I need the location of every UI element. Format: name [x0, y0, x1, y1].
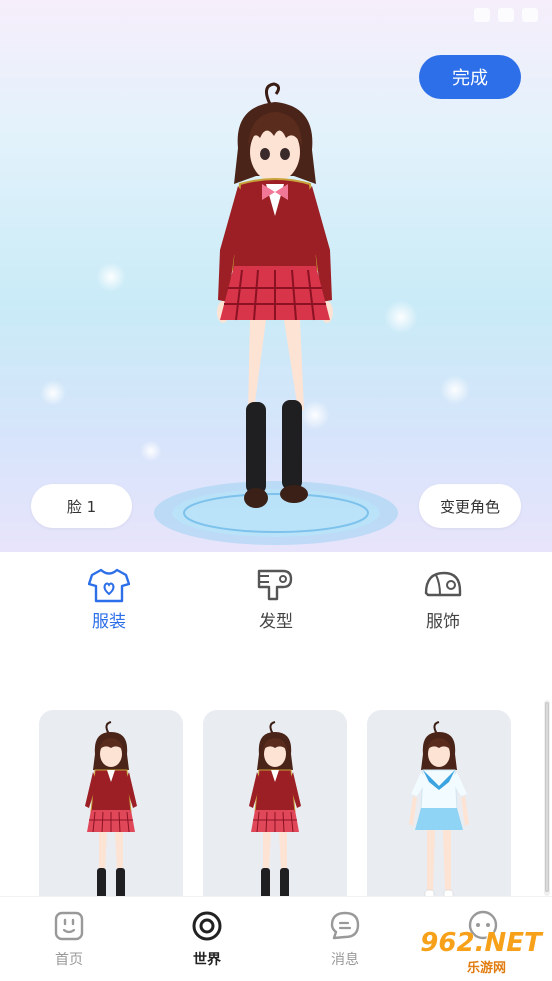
shirt-icon — [87, 566, 131, 603]
outfit-grid — [0, 700, 552, 896]
nav-label: 消息 — [331, 952, 359, 968]
watermark-text: 962.NET — [420, 928, 542, 958]
tab-label: 发型 — [259, 612, 293, 632]
tab-label: 服装 — [92, 612, 126, 632]
avatar-figure[interactable] — [190, 80, 360, 520]
grid-scroll-thumb[interactable] — [545, 702, 549, 892]
sparkle — [140, 440, 162, 462]
outfit-thumbnail — [85, 721, 137, 896]
home-face-icon — [52, 909, 86, 943]
tab-clothing[interactable]: 服装 — [64, 566, 154, 632]
outfit-card[interactable] — [39, 710, 183, 896]
nav-world[interactable]: 世界 — [172, 909, 242, 969]
signal-icon — [498, 8, 514, 22]
category-tabs: 服装 发型 服饰 — [0, 552, 552, 642]
outfit-thumbnail — [409, 721, 469, 896]
tab-hairstyle[interactable]: 发型 — [231, 566, 321, 632]
nav-home[interactable]: 首页 — [34, 909, 104, 969]
watermark-subtext: 乐游网 — [467, 961, 507, 976]
change-role-button[interactable]: 变更角色 — [419, 484, 521, 528]
outfit-card[interactable] — [367, 710, 511, 896]
wifi-icon — [474, 8, 490, 22]
world-ring-icon — [190, 909, 224, 943]
hair-dryer-icon — [254, 566, 298, 603]
sparkle — [440, 375, 470, 405]
sparkle — [40, 380, 66, 406]
watermark-logo: 962.NET 乐游网 — [413, 928, 549, 976]
tab-label: 服饰 — [426, 612, 460, 632]
tab-accessories[interactable]: 服饰 — [398, 566, 488, 632]
avatar-preview-stage: 完成 脸 1 变更角色 — [0, 0, 552, 552]
outfit-card[interactable] — [203, 710, 347, 896]
done-button[interactable]: 完成 — [419, 55, 521, 99]
message-bubble-icon — [328, 909, 362, 943]
nav-messages[interactable]: 消息 — [310, 909, 380, 969]
status-bar — [474, 8, 538, 22]
outfit-thumbnail — [249, 721, 301, 896]
nav-label: 世界 — [193, 952, 221, 968]
face-select-button[interactable]: 脸 1 — [31, 484, 132, 528]
cap-icon — [421, 566, 465, 603]
sparkle — [96, 262, 126, 292]
nav-label: 首页 — [55, 952, 83, 968]
sparkle — [384, 300, 418, 334]
battery-icon — [522, 8, 538, 22]
